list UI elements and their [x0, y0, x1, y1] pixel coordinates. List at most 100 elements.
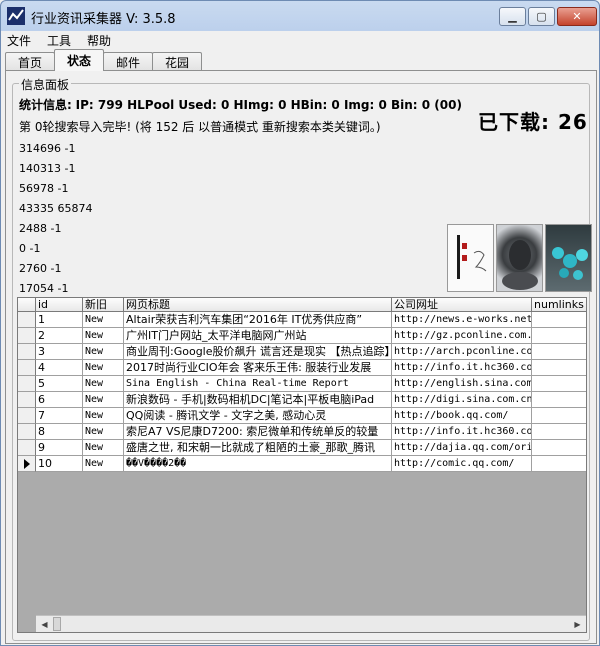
cell-id[interactable]: 3	[36, 344, 83, 360]
cell-title[interactable]: 盛唐之世, 和宋朝一比就成了粗陋的土豪_那歌_腾讯	[124, 440, 392, 456]
scroll-thumb[interactable]	[53, 617, 61, 631]
cell-numlinks[interactable]	[532, 376, 586, 392]
row-selector[interactable]	[18, 328, 36, 344]
current-row-arrow-icon	[24, 459, 30, 469]
cell-numlinks[interactable]	[532, 360, 586, 376]
maximize-button[interactable]: ▢	[528, 7, 555, 26]
cell-url[interactable]: http://book.qq.com/	[392, 408, 532, 424]
row-selector[interactable]	[18, 408, 36, 424]
row-selector[interactable]	[18, 392, 36, 408]
table-row-current[interactable]: 10 New ��V����2�� http://comic.qq.com/	[18, 456, 586, 472]
table-row[interactable]: 5 New Sina English - China Real-time Rep…	[18, 376, 586, 392]
cell-url[interactable]: http://arch.pconline.co	[392, 344, 532, 360]
cell-url[interactable]: http://gz.pconline.com.	[392, 328, 532, 344]
stats-line: 统计信息: IP: 799 HLPool Used: 0 HImg: 0 HBi…	[19, 96, 462, 113]
cell-url[interactable]: http://news.e-works.net	[392, 312, 532, 328]
table-row[interactable]: 4 New 2017时尚行业CIO年会 客来乐王伟: 服装行业发展 http:/…	[18, 360, 586, 376]
tab-garden[interactable]: 花园	[152, 52, 203, 71]
cell-title[interactable]: ��V����2��	[124, 456, 392, 472]
row-selector[interactable]	[18, 376, 36, 392]
cell-status[interactable]: New	[83, 408, 124, 424]
table-row[interactable]: 3 New 商业周刊:Google股价飙升 谎言还是现实 【热点追踪】 http…	[18, 344, 586, 360]
cell-id[interactable]: 9	[36, 440, 83, 456]
table-row[interactable]: 7 New QQ阅读 - 腾讯文学 - 文字之美, 感动心灵 http://bo…	[18, 408, 586, 424]
title-bar[interactable]: 行业资讯采集器 V: 3.5.8 ▁ ▢ ✕	[1, 1, 599, 31]
cell-id[interactable]: 6	[36, 392, 83, 408]
cell-status[interactable]: New	[83, 392, 124, 408]
cell-url[interactable]: http://comic.qq.com/	[392, 456, 532, 472]
row-selector[interactable]	[18, 424, 36, 440]
cell-numlinks[interactable]	[532, 344, 586, 360]
minimize-button[interactable]: ▁	[499, 7, 526, 26]
header-id[interactable]: id	[36, 298, 83, 312]
tab-mail[interactable]: 邮件	[103, 52, 154, 71]
cell-url[interactable]: http://digi.sina.com.cn	[392, 392, 532, 408]
row-selector[interactable]	[18, 344, 36, 360]
thumbnail-portrait	[496, 224, 543, 292]
table-row[interactable]: 6 New 新浪数码 - 手机|数码相机DC|笔记本|平板电脑iPad http…	[18, 392, 586, 408]
cell-title[interactable]: 商业周刊:Google股价飙升 谎言还是现实 【热点追踪】	[124, 344, 392, 360]
counter-line: 2488 -1	[19, 222, 62, 235]
grid-body: 1 New Altair荣获吉利汽车集团“2016年 IT优秀供应商” http…	[18, 312, 586, 472]
cell-status[interactable]: New	[83, 376, 124, 392]
cell-numlinks[interactable]	[532, 408, 586, 424]
tab-home[interactable]: 首页	[5, 52, 56, 71]
cell-numlinks[interactable]	[532, 312, 586, 328]
table-row[interactable]: 1 New Altair荣获吉利汽车集团“2016年 IT优秀供应商” http…	[18, 312, 586, 328]
scroll-right-arrow-icon[interactable]: ▶	[569, 616, 586, 632]
cell-id[interactable]: 4	[36, 360, 83, 376]
cell-numlinks[interactable]	[532, 424, 586, 440]
cell-url[interactable]: http://info.it.hc360.co	[392, 424, 532, 440]
cell-numlinks[interactable]	[532, 328, 586, 344]
menu-tools[interactable]: 工具	[47, 32, 71, 49]
row-selector-current[interactable]	[18, 456, 36, 472]
menu-file[interactable]: 文件	[7, 32, 31, 49]
cell-id[interactable]: 1	[36, 312, 83, 328]
cell-status[interactable]: New	[83, 312, 124, 328]
table-row[interactable]: 2 New 广州IT门户网站_太平洋电脑网广州站 http://gz.pconl…	[18, 328, 586, 344]
cell-status[interactable]: New	[83, 424, 124, 440]
header-status[interactable]: 新旧	[83, 298, 124, 312]
cell-title[interactable]: Altair荣获吉利汽车集团“2016年 IT优秀供应商”	[124, 312, 392, 328]
scroll-left-arrow-icon[interactable]: ◀	[36, 616, 53, 632]
cell-numlinks[interactable]	[532, 456, 586, 472]
cell-id[interactable]: 2	[36, 328, 83, 344]
cell-numlinks[interactable]	[532, 392, 586, 408]
header-url[interactable]: 公司网址	[392, 298, 532, 312]
cell-id[interactable]: 10	[36, 456, 83, 472]
cell-url[interactable]: http://info.it.hc360.co	[392, 360, 532, 376]
cell-title[interactable]: 2017时尚行业CIO年会 客来乐王伟: 服装行业发展	[124, 360, 392, 376]
header-title[interactable]: 网页标题	[124, 298, 392, 312]
table-row[interactable]: 9 New 盛唐之世, 和宋朝一比就成了粗陋的土豪_那歌_腾讯 http://d…	[18, 440, 586, 456]
close-button[interactable]: ✕	[557, 7, 597, 26]
row-selector[interactable]	[18, 312, 36, 328]
cell-numlinks[interactable]	[532, 440, 586, 456]
cell-title[interactable]: Sina English - China Real-time Report	[124, 376, 392, 392]
tab-status[interactable]: 状态	[54, 49, 105, 71]
row-selector[interactable]	[18, 440, 36, 456]
cell-title[interactable]: QQ阅读 - 腾讯文学 - 文字之美, 感动心灵	[124, 408, 392, 424]
cell-status[interactable]: New	[83, 344, 124, 360]
cell-status[interactable]: New	[83, 456, 124, 472]
table-row[interactable]: 8 New 索尼A7 VS尼康D7200: 索尼微单和传统单反的较量 http:…	[18, 424, 586, 440]
cell-url[interactable]: http://dajia.qq.com/ori	[392, 440, 532, 456]
row-selector[interactable]	[18, 360, 36, 376]
cell-id[interactable]: 7	[36, 408, 83, 424]
results-grid[interactable]: id 新旧 网页标题 公司网址 numlinks 1 New Altair荣获吉…	[17, 297, 587, 633]
cell-status[interactable]: New	[83, 360, 124, 376]
app-chart-icon	[7, 7, 25, 25]
cell-id[interactable]: 8	[36, 424, 83, 440]
header-numlinks[interactable]: numlinks	[532, 298, 586, 312]
header-selector	[18, 298, 36, 312]
cell-title[interactable]: 索尼A7 VS尼康D7200: 索尼微单和传统单反的较量	[124, 424, 392, 440]
cell-id[interactable]: 5	[36, 376, 83, 392]
menu-help[interactable]: 帮助	[87, 32, 111, 49]
cell-url[interactable]: http://english.sina.com	[392, 376, 532, 392]
thumbnail-calligraphy	[447, 224, 494, 292]
horizontal-scrollbar[interactable]: ◀ ▶	[36, 615, 586, 632]
info-panel-group: 信息面板 统计信息: IP: 799 HLPool Used: 0 HImg: …	[12, 76, 592, 641]
cell-title[interactable]: 新浪数码 - 手机|数码相机DC|笔记本|平板电脑iPad	[124, 392, 392, 408]
cell-status[interactable]: New	[83, 440, 124, 456]
cell-status[interactable]: New	[83, 328, 124, 344]
cell-title[interactable]: 广州IT门户网站_太平洋电脑网广州站	[124, 328, 392, 344]
